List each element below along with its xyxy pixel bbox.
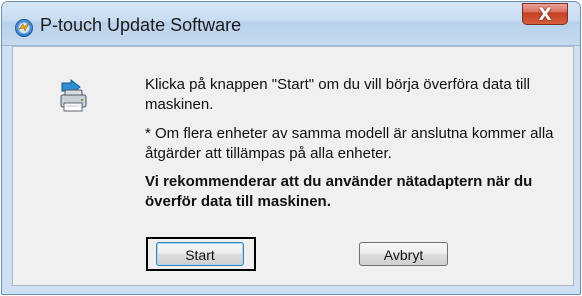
- multiple-devices-message: * Om flera enheter av samma modell är an…: [145, 125, 554, 162]
- ac-adapter-recommendation: Vi rekommenderar att du använder nätadap…: [145, 173, 533, 210]
- transfer-to-printer-icon: [54, 78, 88, 113]
- update-dialog-window: P-touch Update Software X Klicka på knap…: [1, 1, 581, 295]
- start-button[interactable]: Start: [156, 242, 244, 266]
- title-bar[interactable]: P-touch Update Software X: [2, 2, 580, 46]
- start-transfer-message: Klicka på knappen "Start" om du vill bör…: [145, 76, 531, 113]
- ptouch-update-icon: [14, 18, 34, 38]
- close-button[interactable]: X: [522, 3, 568, 25]
- window-title: P-touch Update Software: [40, 15, 242, 35]
- dialog-content: Klicka på knappen "Start" om du vill bör…: [12, 46, 574, 286]
- cancel-button[interactable]: Avbryt: [359, 242, 448, 266]
- close-icon: X: [538, 5, 552, 25]
